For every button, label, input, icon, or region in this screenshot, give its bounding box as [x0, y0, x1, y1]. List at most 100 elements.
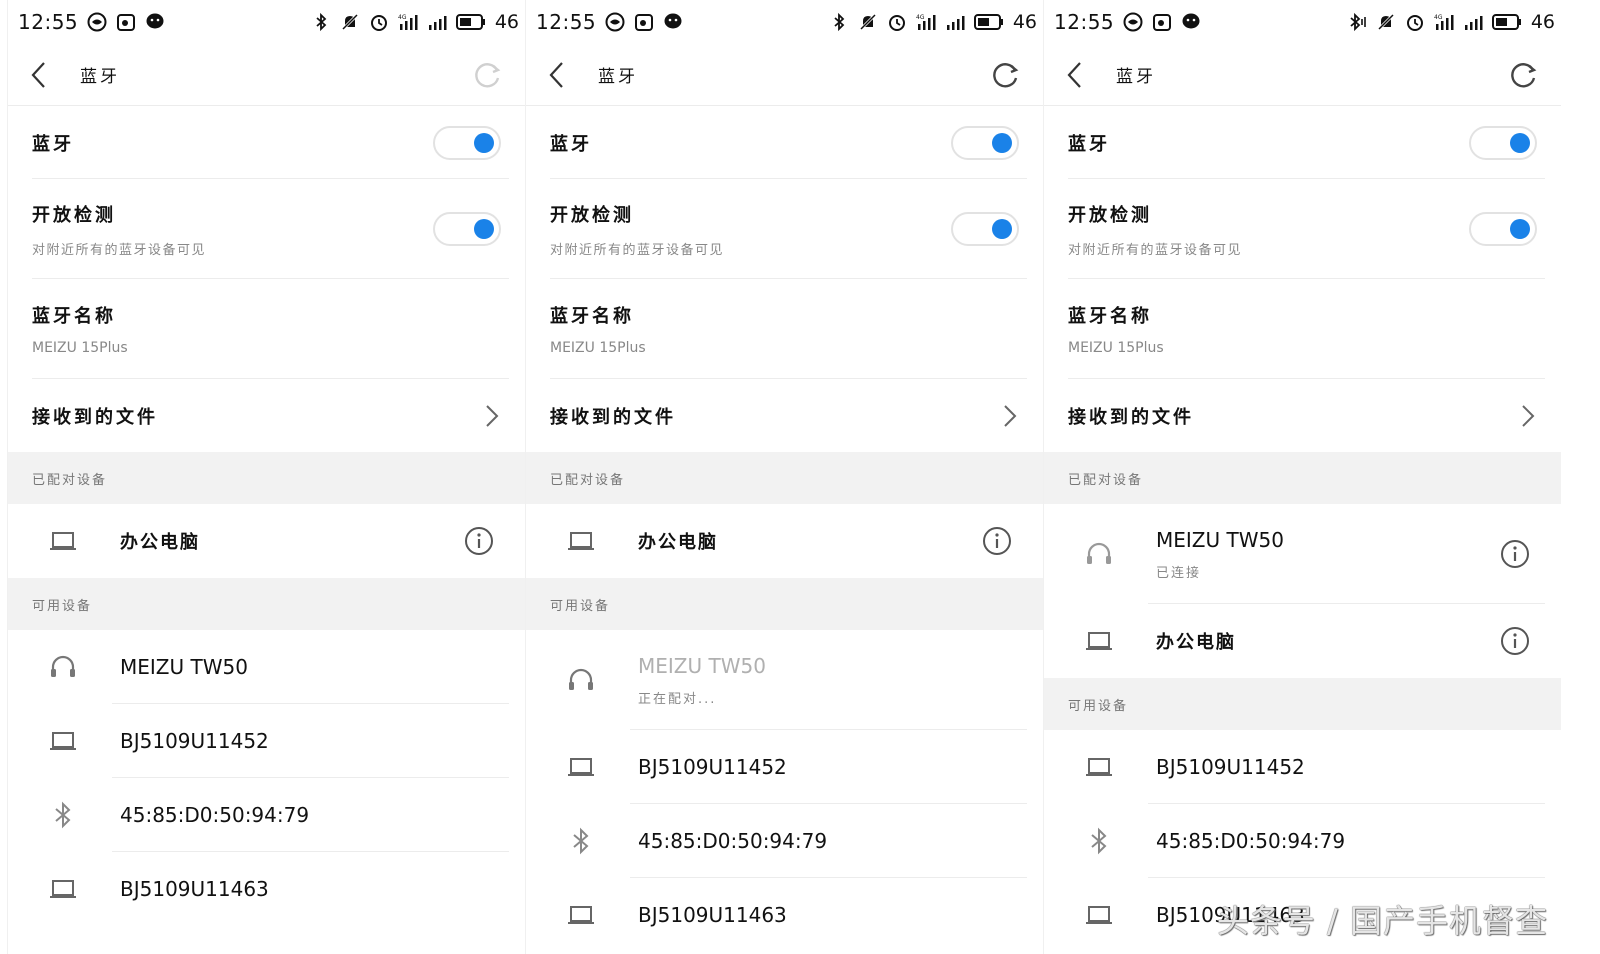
available-section-header: 可用设备 — [526, 578, 1043, 630]
bluetooth-row: 蓝牙 — [8, 106, 525, 179]
discovery-toggle[interactable] — [951, 212, 1019, 246]
page-title: 蓝牙 — [598, 67, 638, 87]
discovery-toggle[interactable] — [433, 212, 501, 246]
status-right: 4G 46 — [829, 11, 1037, 33]
available-device-tw50[interactable]: MEIZU TW50 — [8, 630, 525, 704]
received-files-row[interactable]: 接收到的文件 — [1044, 379, 1561, 452]
bluetooth-label: 蓝牙 — [550, 133, 592, 155]
info-icon[interactable] — [1499, 625, 1531, 657]
device-name: 45:85:D0:50:94:79 — [638, 829, 828, 853]
battery-level: 46 — [494, 11, 519, 33]
device-name-value: MEIZU 15Plus — [1068, 340, 1164, 356]
laptop-icon — [48, 726, 78, 756]
4g-signal-icon: 4G — [1434, 12, 1454, 32]
back-icon[interactable] — [30, 60, 54, 90]
available-device-tw50-pairing[interactable]: MEIZU TW50 正在配对... — [526, 630, 1043, 730]
info-icon[interactable] — [463, 525, 495, 557]
4g-signal-icon: 4G — [916, 12, 936, 32]
paired-device-office-pc[interactable]: 办公电脑 — [526, 504, 1043, 578]
signal-icon — [427, 12, 447, 32]
device-name: 办公电脑 — [120, 532, 200, 553]
info-icon[interactable] — [981, 525, 1013, 557]
received-files-row[interactable]: 接收到的文件 — [8, 379, 525, 452]
chat-icon — [1181, 12, 1201, 32]
weibo-icon — [116, 12, 136, 32]
laptop-icon — [566, 752, 596, 782]
chat-icon — [145, 12, 165, 32]
screen-2: 12:55 4G 46 蓝牙 蓝牙 开放检测 对附近所有的蓝牙设备可见 蓝牙名称… — [525, 0, 1043, 954]
device-name: 办公电脑 — [638, 532, 718, 553]
connected-status: 已连接 — [1156, 565, 1202, 581]
paired-section-header: 已配对设备 — [1044, 452, 1561, 504]
bluetooth-row: 蓝牙 — [1044, 106, 1561, 179]
available-device-bj1[interactable]: BJ5109U11452 — [1044, 730, 1561, 804]
battery-icon — [973, 13, 1004, 31]
bluetooth-icon — [1084, 826, 1114, 856]
device-name: MEIZU TW50 — [1156, 527, 1284, 552]
battery-level: 46 — [1012, 11, 1037, 33]
laptop-icon — [1084, 900, 1114, 930]
paired-device-office-pc[interactable]: 办公电脑 — [1044, 604, 1561, 678]
device-name: BJ5109U11463 — [120, 877, 269, 901]
status-time: 12:55 — [536, 10, 597, 34]
chevron-right-icon — [1001, 403, 1019, 429]
bluetooth-label: 蓝牙 — [1068, 133, 1110, 155]
device-name: BJ5109U11452 — [638, 755, 787, 779]
device-name-label: 蓝牙名称 — [550, 306, 634, 327]
available-device-mac[interactable]: 45:85:D0:50:94:79 — [526, 804, 1043, 878]
laptop-icon — [566, 900, 596, 930]
discovery-subtitle: 对附近所有的蓝牙设备可见 — [32, 242, 207, 258]
refresh-icon[interactable] — [989, 59, 1021, 91]
discovery-label: 开放检测 — [550, 204, 634, 226]
discovery-subtitle: 对附近所有的蓝牙设备可见 — [1068, 242, 1243, 258]
headphones-icon — [1084, 539, 1114, 569]
bluetooth-toggle[interactable] — [433, 125, 501, 160]
battery-level: 46 — [1530, 11, 1555, 33]
discovery-label: 开放检测 — [1068, 204, 1152, 226]
chat-icon — [663, 12, 683, 32]
received-files-row[interactable]: 接收到的文件 — [526, 379, 1043, 452]
bluetooth-toggle[interactable] — [951, 125, 1019, 160]
back-icon[interactable] — [1066, 60, 1090, 90]
paired-device-office-pc[interactable]: 办公电脑 — [8, 504, 525, 578]
chevron-right-icon — [483, 403, 501, 429]
paired-device-tw50[interactable]: MEIZU TW50 已连接 — [1044, 504, 1561, 604]
device-name-value: MEIZU 15Plus — [550, 340, 646, 356]
refresh-icon[interactable] — [471, 59, 503, 91]
device-name: BJ5109U11452 — [1156, 755, 1305, 779]
mute-icon — [1376, 12, 1396, 32]
device-name-value: MEIZU 15Plus — [32, 340, 128, 356]
laptop-icon — [1084, 626, 1114, 656]
headphones-icon — [566, 665, 596, 695]
bluetooth-status-icon — [829, 12, 849, 32]
device-name: MEIZU TW50 — [120, 655, 248, 679]
headphones-icon — [48, 652, 78, 682]
bluetooth-connected-icon — [1347, 12, 1367, 32]
received-files-label: 接收到的文件 — [550, 406, 676, 428]
available-section-header: 可用设备 — [1044, 678, 1561, 730]
device-name: 45:85:D0:50:94:79 — [1156, 829, 1346, 853]
available-device-mac[interactable]: 45:85:D0:50:94:79 — [1044, 804, 1561, 878]
battery-icon — [455, 13, 486, 31]
available-device-bj2[interactable]: BJ5109U11463 — [8, 852, 525, 926]
bluetooth-icon — [48, 800, 78, 830]
app-notification-icon — [1123, 12, 1143, 32]
discovery-toggle[interactable] — [1469, 212, 1537, 246]
bluetooth-toggle[interactable] — [1469, 125, 1537, 160]
info-icon[interactable] — [1499, 538, 1531, 570]
device-name-row[interactable]: 蓝牙名称 MEIZU 15Plus — [526, 279, 1043, 379]
svg-text:4G: 4G — [916, 14, 925, 21]
available-device-mac[interactable]: 45:85:D0:50:94:79 — [8, 778, 525, 852]
refresh-icon[interactable] — [1507, 59, 1539, 91]
device-name-row[interactable]: 蓝牙名称 MEIZU 15Plus — [8, 279, 525, 379]
back-icon[interactable] — [548, 60, 572, 90]
app-notification-icon — [605, 12, 625, 32]
status-right: 4G 46 — [311, 11, 519, 33]
status-time: 12:55 — [18, 10, 79, 34]
status-left: 12:55 — [536, 10, 683, 34]
available-device-bj1[interactable]: BJ5109U11452 — [8, 704, 525, 778]
device-name-row[interactable]: 蓝牙名称 MEIZU 15Plus — [1044, 279, 1561, 379]
available-device-bj2[interactable]: BJ5109U11463 — [526, 878, 1043, 952]
device-name-label: 蓝牙名称 — [1068, 306, 1152, 327]
available-device-bj1[interactable]: BJ5109U11452 — [526, 730, 1043, 804]
